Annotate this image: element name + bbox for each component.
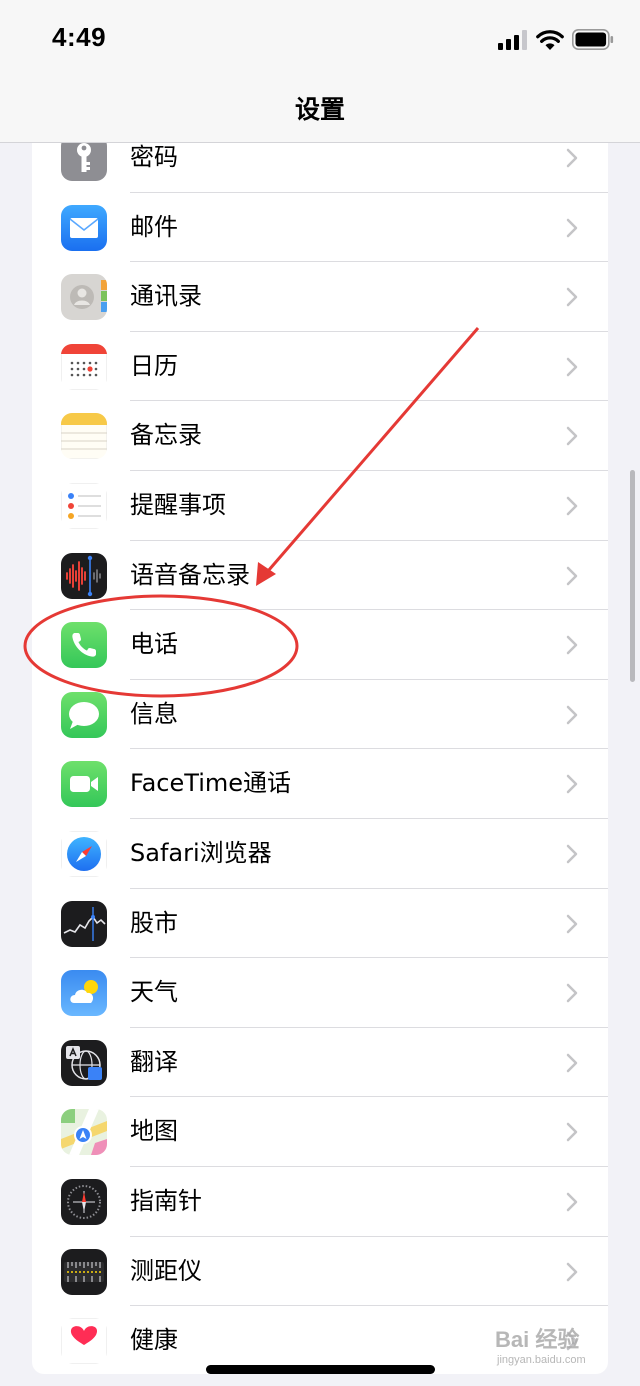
settings-item-label: 地图 [130, 1117, 178, 1146]
contacts-icon [61, 274, 107, 321]
settings-item-reminders[interactable]: 提醒事项 [32, 471, 608, 541]
ruler-icon [61, 1248, 107, 1295]
chevron-right-icon [566, 427, 578, 446]
settings-item-notes[interactable]: 备忘录 [32, 401, 608, 471]
settings-item-label: Safari浏览器 [130, 838, 272, 867]
translate-globe-icon [61, 1039, 107, 1086]
settings-item-label: 信息 [130, 699, 178, 728]
chevron-right-icon [566, 914, 578, 933]
settings-item-calendar[interactable]: 日历 [32, 332, 608, 402]
chevron-right-icon [566, 1123, 578, 1142]
chevron-right-icon [566, 357, 578, 377]
cellular-signal-icon [498, 30, 527, 50]
stocks-chart-icon [61, 900, 107, 947]
settings-item-label: 股市 [130, 908, 178, 937]
chevron-right-icon [566, 1192, 578, 1212]
settings-item-label: 天气 [130, 978, 178, 1007]
settings-item-label: 通讯录 [130, 282, 202, 311]
settings-item-mail[interactable]: 邮件 [32, 193, 608, 263]
mail-icon [61, 204, 107, 251]
settings-item-translate[interactable]: 翻译 [32, 1028, 608, 1098]
chevron-right-icon [566, 983, 578, 1003]
settings-item-label: 语音备忘录 [130, 560, 250, 589]
chevron-right-icon [566, 566, 578, 585]
settings-item-label: 日历 [130, 351, 178, 380]
weather-cloud-icon [61, 970, 107, 1017]
battery-icon [572, 29, 614, 50]
status-bar: 4:49 [0, 0, 640, 76]
settings-item-label: 邮件 [130, 212, 178, 241]
settings-item-stocks[interactable]: 股市 [32, 889, 608, 959]
navigation-bar: 设置 [0, 76, 640, 143]
chevron-right-icon [566, 148, 578, 168]
reminders-icon [61, 482, 107, 529]
chevron-right-icon [566, 635, 578, 655]
watermark: Bai 经验 jingyan.baidu.com [495, 1318, 610, 1378]
chevron-right-icon [566, 287, 578, 307]
chevron-right-icon [566, 218, 578, 237]
settings-list[interactable]: 密码 邮件 通讯录 日历 备忘录 提醒事项 语音备忘录 电话 信息 FaceTi… [32, 142, 608, 1374]
chevron-right-icon [566, 1262, 578, 1281]
home-indicator[interactable] [206, 1365, 435, 1374]
settings-item-voice-memos[interactable]: 语音备忘录 [32, 541, 608, 611]
settings-item-messages[interactable]: 信息 [32, 680, 608, 750]
settings-item-label: 备忘录 [130, 421, 202, 450]
message-bubble-icon [61, 691, 107, 738]
watermark-brand: Bai 经验 [495, 1327, 580, 1352]
notes-icon [61, 413, 107, 460]
chevron-right-icon [566, 1053, 578, 1072]
settings-item-label: 电话 [130, 630, 178, 659]
chevron-right-icon [566, 496, 578, 516]
wifi-icon [536, 30, 564, 50]
page-title: 设置 [294, 95, 345, 124]
settings-item-label: 测距仪 [130, 1256, 202, 1285]
settings-item-safari[interactable]: Safari浏览器 [32, 819, 608, 889]
heart-icon [61, 1318, 107, 1365]
settings-item-label: 翻译 [130, 1047, 178, 1076]
status-time: 4:49 [52, 22, 107, 52]
phone-icon [61, 622, 107, 669]
settings-item-phone[interactable]: 电话 [32, 610, 608, 680]
waveform-icon [61, 552, 107, 599]
settings-item-label: 健康 [130, 1326, 178, 1355]
settings-item-compass[interactable]: 指南针 [32, 1167, 608, 1237]
chevron-right-icon [566, 775, 578, 794]
settings-item-measure[interactable]: 测距仪 [32, 1237, 608, 1307]
chevron-right-icon [566, 705, 578, 724]
chevron-right-icon [566, 844, 578, 864]
settings-item-label: 指南针 [130, 1186, 202, 1215]
status-icons [498, 26, 614, 50]
settings-item-contacts[interactable]: 通讯录 [32, 262, 608, 332]
map-icon [61, 1109, 107, 1156]
video-camera-icon [61, 761, 107, 808]
settings-item-label: 提醒事项 [130, 490, 226, 519]
settings-item-facetime[interactable]: FaceTime通话 [32, 749, 608, 819]
key-icon [61, 142, 107, 181]
scroll-indicator[interactable] [630, 470, 635, 682]
compass-icon [61, 830, 107, 877]
settings-item-weather[interactable]: 天气 [32, 958, 608, 1028]
settings-item-passwords[interactable]: 密码 [32, 142, 608, 193]
settings-item-label: FaceTime通话 [130, 769, 292, 798]
compass-dial-icon [61, 1178, 107, 1225]
calendar-icon [61, 343, 107, 390]
settings-item-label: 密码 [130, 143, 178, 171]
settings-item-maps[interactable]: 地图 [32, 1097, 608, 1167]
watermark-url: jingyan.baidu.com [497, 1354, 586, 1366]
